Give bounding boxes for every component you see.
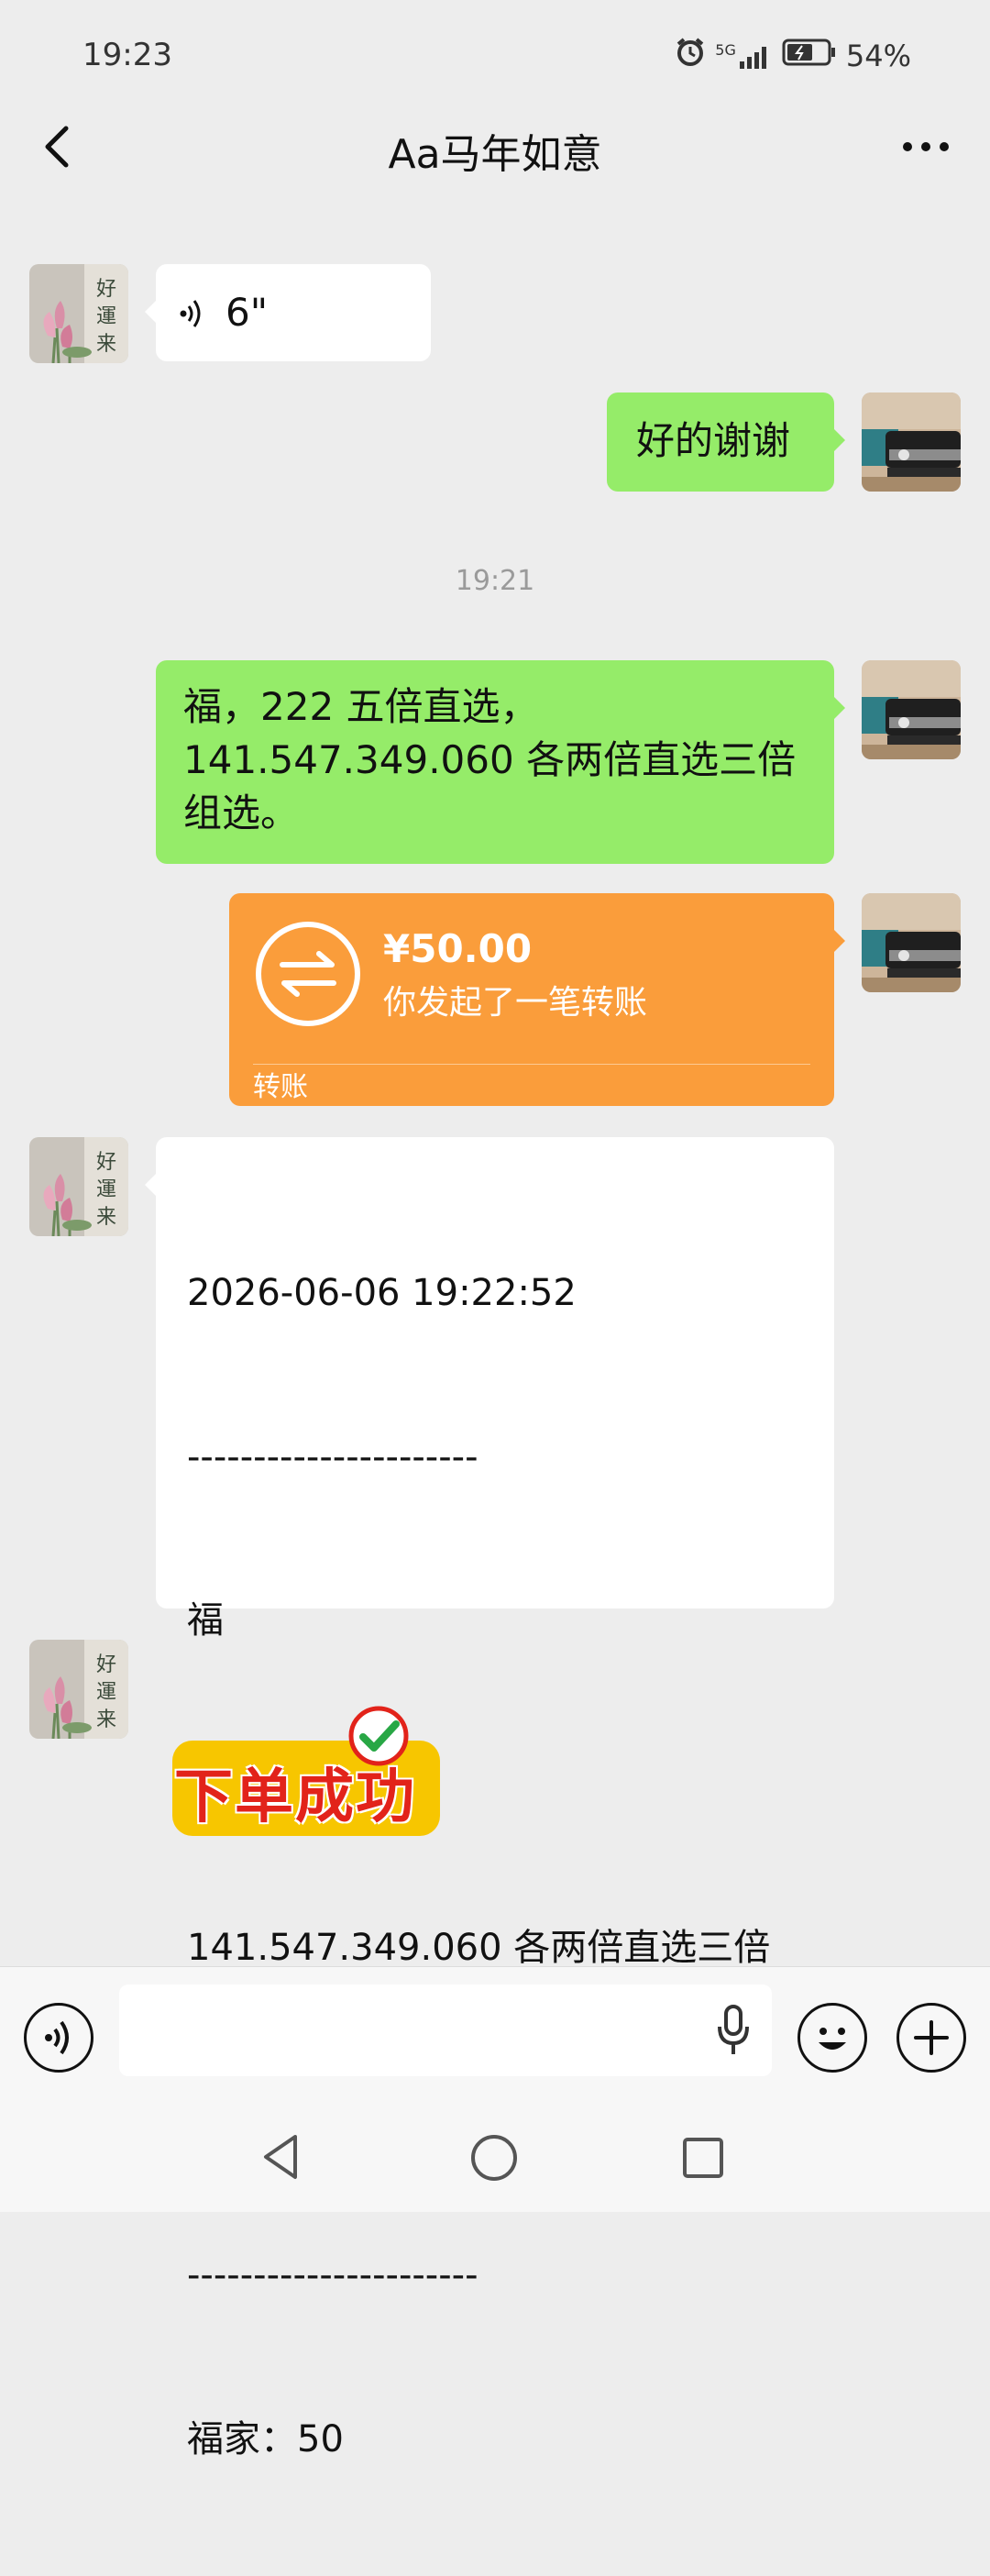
more-button[interactable] — [898, 128, 953, 165]
lotus-avatar-image: 好 運 来 — [29, 1137, 128, 1236]
contact-avatar[interactable]: 好 運 来 — [29, 1137, 128, 1236]
receipt-total: 福家：50 — [187, 2417, 344, 2460]
message-line: 福，222 五倍直选， — [183, 684, 539, 729]
battery-percent: 54% — [845, 39, 911, 73]
receipt-line: 福 — [187, 1599, 224, 1642]
battery-icon — [782, 39, 837, 73]
receipt-divider: ---------------------- — [187, 2254, 478, 2296]
svg-text:来: 来 — [96, 1206, 116, 1229]
nav-back-icon[interactable] — [258, 2131, 304, 2183]
transfer-description: 你发起了一笔转账 — [383, 984, 648, 1022]
checkmark-icon — [348, 1706, 409, 1766]
svg-text:運: 運 — [96, 305, 116, 328]
receipt-divider: ---------------------- — [187, 1435, 478, 1478]
plus-icon — [914, 2020, 949, 2055]
contact-avatar[interactable]: 好 運 来 — [29, 1640, 128, 1739]
transfer-label: 转账 — [253, 1071, 308, 1103]
time-separator: 19:21 — [455, 565, 535, 597]
svg-text:来: 来 — [96, 1708, 116, 1731]
network-type-label: 5G — [715, 41, 736, 59]
lotus-avatar-image: 好 運 来 — [29, 264, 128, 363]
more-dots-icon — [903, 142, 949, 151]
voice-duration: 6" — [226, 290, 269, 335]
message-line: 141.547.349.060 各两倍直选三倍 — [183, 737, 797, 782]
nav-home-icon[interactable] — [469, 2133, 519, 2183]
plus-button[interactable] — [896, 2003, 966, 2073]
voice-toggle-icon — [45, 2020, 69, 2055]
sent-order-bubble[interactable]: 福，222 五倍直选， 141.547.349.060 各两倍直选三倍 组选。 — [156, 660, 845, 864]
svg-text:好: 好 — [96, 278, 116, 301]
emoji-icon — [819, 2028, 846, 2050]
my-avatar[interactable] — [862, 893, 961, 992]
my-avatar[interactable] — [862, 392, 961, 492]
svg-text:来: 来 — [96, 333, 116, 356]
transfer-divider — [253, 1064, 810, 1065]
car-avatar-image — [862, 893, 961, 992]
transfer-card[interactable]: ¥50.00 你发起了一笔转账 转账 — [229, 893, 845, 1106]
svg-text:運: 運 — [96, 1681, 116, 1704]
voice-toggle-button[interactable] — [24, 2003, 94, 2073]
car-avatar-image — [862, 660, 961, 759]
receipt-timestamp: 2026-06-06 19:22:52 — [187, 1272, 577, 1314]
contact-avatar[interactable]: 好 運 来 — [29, 264, 128, 363]
svg-text:運: 運 — [96, 1178, 116, 1201]
message-text: 好的谢谢 — [636, 418, 791, 463]
message-input[interactable] — [119, 1985, 772, 2076]
svg-text:好: 好 — [96, 1653, 116, 1676]
svg-text:好: 好 — [96, 1151, 116, 1174]
car-avatar-image — [862, 392, 961, 492]
signal-icon: 5G — [715, 43, 773, 69]
voice-wave-icon — [180, 300, 201, 327]
transfer-arrows-icon — [256, 922, 360, 1026]
emoji-button[interactable] — [798, 2003, 867, 2073]
message-line: 组选。 — [183, 790, 300, 835]
transfer-amount: ¥50.00 — [383, 926, 533, 971]
nav-recents-icon[interactable] — [680, 2135, 726, 2181]
microphone-icon[interactable] — [715, 2003, 752, 2058]
order-receipt-bubble[interactable]: 2026-06-06 19:22:52 --------------------… — [145, 1137, 834, 2460]
lotus-avatar-image: 好 運 来 — [29, 1640, 128, 1739]
alarm-icon — [675, 37, 706, 75]
voice-message-bubble[interactable]: 6" — [145, 264, 431, 361]
my-avatar[interactable] — [862, 660, 961, 759]
sent-text-bubble[interactable]: 好的谢谢 — [607, 392, 845, 492]
chat-title: Aa马年如意 — [388, 131, 602, 178]
status-icons: 5G 54% — [675, 37, 911, 75]
status-time: 19:23 — [82, 37, 172, 73]
